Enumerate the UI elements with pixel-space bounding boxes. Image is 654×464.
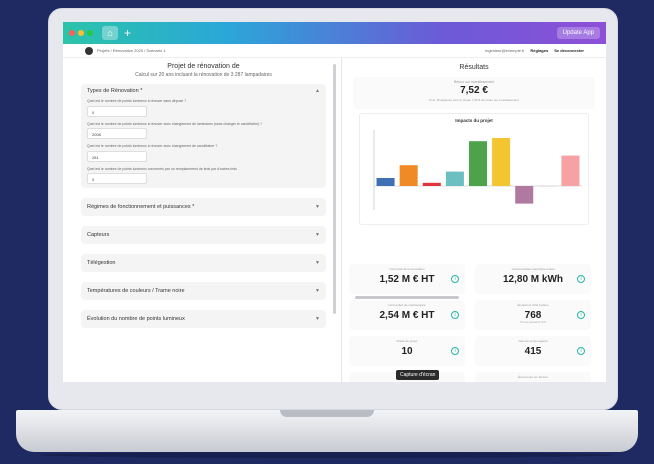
kpi-grid: Coût total de la rénovation 1,52 M € HT i C…	[349, 264, 599, 382]
panel-divider	[341, 58, 342, 382]
chevron-up-icon[interactable]: ▲	[315, 88, 320, 94]
user-email: ingenieur@exemple.fr	[485, 48, 525, 53]
kpi-value: 12,80 M kWh	[502, 274, 564, 285]
chart-bar	[538, 186, 557, 187]
project-title: Projet de rénovation de	[167, 63, 240, 70]
impact-chart-svg: Impacts du projet	[373, 118, 582, 210]
update-app-button[interactable]: Update App	[556, 27, 600, 39]
kpi-card: Gain de temps agents 415 i	[475, 336, 591, 366]
chart-bar	[492, 138, 511, 186]
section-label: Régimes de fonctionnement et puissances …	[87, 204, 195, 210]
question-input[interactable]: 0	[87, 173, 147, 184]
roi-label: Retour sur investissement	[453, 80, 495, 84]
kpi-label: Émissions CO2 évitées	[517, 303, 549, 307]
kpi-value: 768	[524, 310, 542, 321]
maximize-dot[interactable]	[87, 30, 93, 36]
section-evolution[interactable]: Évolution du nombre de points lumineux ▼	[81, 310, 326, 328]
chart-bar	[561, 155, 580, 186]
home-icon[interactable]: ⌂	[102, 26, 118, 40]
kpi-label: Gain de temps agents	[518, 339, 548, 343]
laptop-shadow	[40, 452, 614, 458]
chevron-down-icon: ▼	[315, 204, 320, 210]
breadcrumb-item[interactable]: Rénovation 2020	[113, 48, 143, 53]
info-icon[interactable]: i	[451, 311, 459, 319]
kpi-label: Économies sur facture	[518, 375, 548, 379]
chart-bar	[399, 165, 418, 186]
chevron-down-icon: ▼	[315, 232, 320, 238]
section-label: Températures de couleurs / Trame noire	[87, 288, 185, 294]
screenshot-tooltip: Capture d'écran	[396, 370, 440, 380]
question-input[interactable]: 2008	[87, 128, 147, 139]
kpi-card: Durée du projet 10 i	[349, 336, 465, 366]
info-icon[interactable]: i	[577, 275, 585, 283]
breadcrumb-item[interactable]: Projets	[97, 48, 109, 53]
chart-title: Impacts du projet	[455, 118, 493, 123]
settings-link[interactable]: Réglages	[530, 48, 548, 53]
minimize-dot[interactable]	[78, 30, 84, 36]
chart-bar	[422, 182, 441, 186]
info-icon[interactable]: i	[577, 347, 585, 355]
types-renovation-card: Types de Rénovation * ▲ Quel est le nomb…	[81, 84, 326, 188]
info-icon[interactable]: i	[451, 347, 459, 355]
breadcrumb: Projets / Rénovation 2020 / Scénario 1 i…	[63, 44, 606, 58]
results-panel: Résultats Retour sur investissement 7,52…	[345, 58, 603, 382]
chevron-down-icon: ▼	[315, 288, 320, 294]
kpi-card: Coût évités de maintenance 2,54 M € HT i	[349, 300, 465, 330]
results-title: Résultats	[459, 64, 489, 71]
plus-icon[interactable]: +	[124, 26, 131, 40]
section-label: Capteurs	[87, 232, 110, 238]
section-label: Télégestion	[87, 260, 116, 266]
laptop-notch	[280, 410, 374, 417]
kpi-value: 415	[524, 346, 542, 357]
user-menu: ingenieur@exemple.fr Réglages Se déconne…	[485, 48, 584, 53]
roi-note: Pour 1€ dépensé pour le projet, 7,52 € d…	[429, 98, 519, 102]
roi-card: Retour sur investissement 7,52 € Pour 1€…	[353, 77, 595, 109]
project-form-panel: Projet de rénovation de Calcul sur 20 an…	[81, 59, 326, 382]
question-input[interactable]: 281	[87, 150, 147, 162]
laptop-screen: ⌂ + Update App Projets / Rénovation 2020…	[63, 22, 606, 382]
kpi-label: Durée du projet	[396, 339, 418, 343]
question-label: Quel est le nombre de points lumineux à …	[87, 144, 218, 148]
question-label: Quel est le nombre de points lumineux à …	[87, 121, 263, 126]
kpi-label: Coût total de la rénovation	[389, 267, 425, 271]
kpi-value: 1,52 M € HT	[379, 274, 435, 285]
kpi-card: Économies sur facture2 M € HTi	[475, 372, 591, 382]
section-temperatures[interactable]: Températures de couleurs / Trame noire ▼	[81, 282, 326, 300]
laptop-base	[16, 410, 638, 452]
chevron-down-icon: ▼	[315, 260, 320, 266]
chart-bar	[445, 171, 464, 186]
info-icon[interactable]: i	[577, 311, 585, 319]
app-topbar: ⌂ + Update App	[63, 22, 606, 44]
chart-bar	[515, 186, 534, 204]
kpi-card: Émissions CO2 évitées 768 Tonnes équivalen…	[475, 300, 591, 330]
left-scrollbar[interactable]	[333, 64, 336, 314]
chart-bar	[468, 141, 488, 186]
avatar[interactable]	[85, 46, 93, 55]
project-subtitle: Calcul sur 20 ans incluant la rénovation…	[135, 72, 272, 78]
section-label: Évolution du nombre de points lumineux	[87, 316, 185, 322]
kpi-value: 10	[401, 346, 413, 357]
chart-bar	[376, 178, 395, 186]
breadcrumb-item[interactable]: Scénario 1	[146, 48, 165, 53]
section-regimes[interactable]: Régimes de fonctionnement et puissances …	[81, 198, 326, 216]
kpi-label: Consommation électrique évitée	[511, 267, 555, 271]
section-capteurs[interactable]: Capteurs ▼	[81, 226, 326, 244]
close-dot[interactable]	[69, 30, 75, 36]
kpi-card: Coût total de la rénovation 1,52 M € HT i	[349, 264, 465, 299]
question-input[interactable]: 0	[87, 105, 147, 117]
kpi-progress-bar	[355, 296, 459, 299]
kpi-label: Coût évités de maintenance	[388, 303, 426, 307]
card-title: Types de Rénovation *	[87, 88, 143, 94]
roi-value: 7,52 €	[460, 85, 488, 96]
section-telegestion[interactable]: Télégestion ▼	[81, 254, 326, 272]
question-label: Quel est le nombre de points lumineux à …	[87, 99, 187, 103]
kpi-sub: Tonnes équivalent CO2	[520, 321, 546, 324]
impact-chart: Impacts du projet	[359, 113, 589, 225]
chevron-down-icon: ▼	[315, 316, 320, 322]
kpi-card: Consommation électrique évitée 12,80 M kW…	[475, 264, 591, 294]
kpi-value: 2,54 M € HT	[379, 310, 435, 321]
question-label: Quel est le nombre de points lumineux co…	[87, 166, 237, 171]
logout-link[interactable]: Se déconnecter	[554, 48, 584, 53]
info-icon[interactable]: i	[451, 275, 459, 283]
